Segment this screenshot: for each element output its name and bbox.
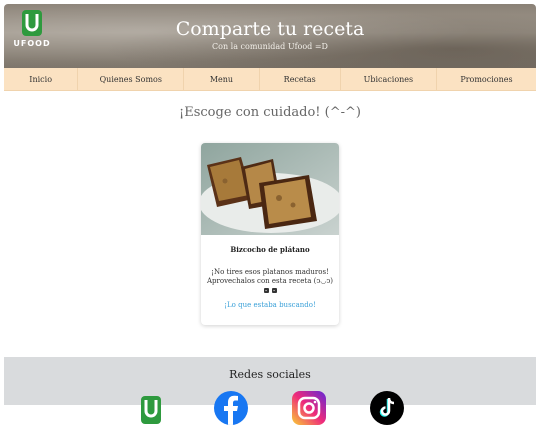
emoji-icon: • bbox=[263, 288, 269, 293]
page-subtitle: Con la comunidad Ufood =D bbox=[212, 42, 328, 51]
tagline: ¡Escoge con cuidado! (^-^) bbox=[179, 105, 361, 120]
nav-item-quienes-somos[interactable]: Quienes Somos bbox=[78, 68, 185, 90]
footer-title: Redes sociales bbox=[229, 368, 311, 381]
nav-item-inicio[interactable]: Inicio bbox=[4, 68, 79, 90]
facebook-icon[interactable] bbox=[214, 391, 248, 425]
nav-item-promociones[interactable]: Promociones bbox=[437, 68, 536, 90]
emoji-row: • • bbox=[201, 288, 339, 293]
nav-item-ubicaciones[interactable]: Ubicaciones bbox=[341, 68, 437, 90]
tiktok-icon[interactable] bbox=[370, 391, 404, 425]
instagram-icon[interactable] bbox=[292, 391, 326, 425]
recipe-description: ¡No tires esos platanos maduros! Aprovec… bbox=[206, 268, 334, 285]
nav-item-menu[interactable]: Menu bbox=[184, 68, 260, 90]
nav-item-recetas[interactable]: Recetas bbox=[260, 68, 341, 90]
ufood-social-icon[interactable] bbox=[140, 393, 162, 427]
hero-banner: UFOOD Comparte tu receta Con la comunida… bbox=[4, 4, 536, 68]
page-frame: UFOOD Comparte tu receta Con la comunida… bbox=[4, 4, 536, 325]
recipe-link[interactable]: ¡Lo que estaba buscando! bbox=[201, 301, 339, 309]
footer: Redes sociales bbox=[4, 357, 536, 425]
emoji-icon: • bbox=[271, 288, 277, 293]
banana-bread-image bbox=[201, 143, 339, 235]
recipe-card[interactable]: Bizcocho de plátano ¡No tires esos plata… bbox=[201, 143, 339, 325]
recipe-title: Bizcocho de plátano bbox=[230, 245, 310, 254]
main-nav: Inicio Quienes Somos Menu Recetas Ubicac… bbox=[4, 68, 536, 91]
page-title: Comparte tu receta bbox=[175, 18, 365, 40]
